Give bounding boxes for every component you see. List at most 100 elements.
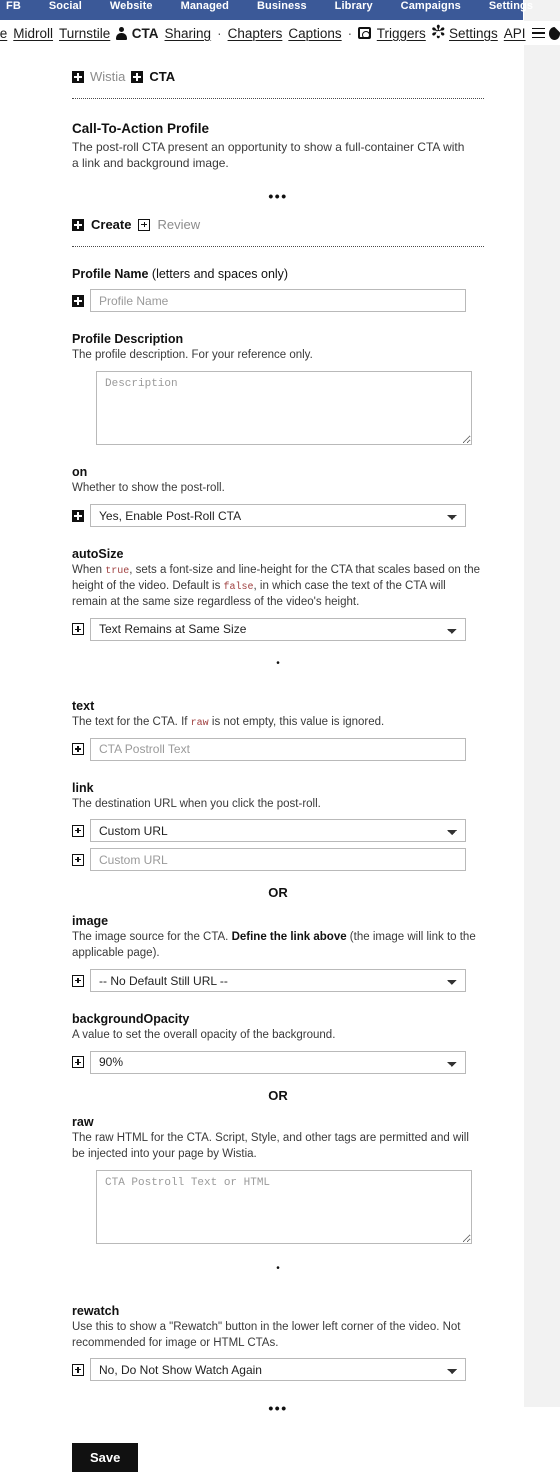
plus-icon-link-select[interactable] <box>72 824 84 837</box>
help-image-bold: Define the link above <box>231 931 347 944</box>
plus-icon-review[interactable] <box>138 218 151 231</box>
person-icon <box>116 26 128 40</box>
separator-three-dots-1: ••• <box>268 188 288 205</box>
field-on: on Whether to show the post-roll. Yes, E… <box>72 465 472 528</box>
topnav-item-business[interactable]: Business <box>243 0 321 12</box>
subnav-item-triggers[interactable]: Triggers <box>377 26 426 41</box>
help-autosize: When true, sets a font-size and line-hei… <box>72 563 484 611</box>
plus-icon-profile-name[interactable] <box>72 294 84 307</box>
row-link-input <box>72 848 472 872</box>
row-link-select: Custom URL <box>72 819 472 843</box>
label-text: text <box>72 698 95 713</box>
plus-icon-background-opacity[interactable] <box>72 1056 84 1069</box>
field-image: image The image source for the CTA. Defi… <box>72 914 476 993</box>
help-text-p1: The text for the CTA. If <box>72 715 191 728</box>
profile-name-input[interactable] <box>90 289 466 313</box>
separator-one-dot-2: • <box>276 1262 280 1274</box>
page-description: The post-roll CTA present an opportunity… <box>72 140 465 171</box>
tab-review[interactable]: Review <box>157 217 200 232</box>
rewatch-select[interactable]: No, Do Not Show Watch Again <box>90 1358 466 1382</box>
help-text-code-raw: raw <box>190 717 209 729</box>
separator-one-dot-1: • <box>276 657 280 669</box>
save-button[interactable]: Save <box>72 1443 139 1472</box>
breadcrumb-parent[interactable]: Wistia <box>90 69 125 84</box>
raw-html-textarea[interactable] <box>96 1169 472 1244</box>
top-navigation-bar: FB Social Website Managed Business Libra… <box>0 0 533 20</box>
plus-icon-text[interactable] <box>72 743 84 756</box>
field-link: link The destination URL when you click … <box>72 781 472 872</box>
subnav-item-cta[interactable]: CTA <box>132 26 159 41</box>
plus-icon-cta[interactable] <box>131 70 144 83</box>
topnav-item-settings[interactable]: Settings <box>475 0 547 12</box>
plus-icon-image[interactable] <box>72 974 84 987</box>
pie-chart-icon[interactable] <box>548 26 560 40</box>
field-autosize: autoSize When true, sets a font-size and… <box>72 547 480 641</box>
subnav-item-settings[interactable]: Settings <box>449 26 498 41</box>
plus-icon-wistia[interactable] <box>72 70 84 83</box>
background-opacity-select[interactable]: 90% <box>90 1050 466 1074</box>
on-select[interactable]: Yes, Enable Post-Roll CTA <box>90 504 466 528</box>
topnav-item-social[interactable]: Social <box>35 0 96 12</box>
gear-icon <box>431 23 446 41</box>
topnav-item-website[interactable]: Website <box>96 0 167 12</box>
plus-icon-rewatch[interactable] <box>72 1363 84 1376</box>
mode-tabs: Create Review <box>72 217 472 232</box>
cta-text-input[interactable] <box>90 737 466 761</box>
help-autosize-code-true: true <box>105 566 130 578</box>
help-text: The text for the CTA. If raw is not empt… <box>72 715 484 731</box>
field-raw: raw The raw HTML for the CTA. Script, St… <box>72 1115 472 1244</box>
label-rewatch: rewatch <box>72 1303 120 1318</box>
topnav-item-managed[interactable]: Managed <box>167 0 243 12</box>
field-rewatch: rewatch Use this to show a "Rewatch" but… <box>72 1304 472 1382</box>
tab-create[interactable]: Create <box>91 217 131 232</box>
subnav-item-sharing[interactable]: Sharing <box>165 26 212 41</box>
autosize-select[interactable]: Text Remains at Same Size <box>90 617 466 641</box>
help-image: The image source for the CTA. Define the… <box>72 930 484 962</box>
subnav-item-turnstile[interactable]: Turnstile <box>59 26 110 41</box>
page-title: Call-To-Action Profile <box>72 121 209 136</box>
link-url-input[interactable] <box>90 848 466 872</box>
field-text: text The text for the CTA. If raw is not… <box>72 699 472 761</box>
topnav-item-library[interactable]: Library <box>321 0 387 12</box>
subnav-item-file[interactable]: file <box>0 26 7 41</box>
plus-icon-create[interactable] <box>72 218 84 231</box>
field-profile-description: Profile Description The profile descript… <box>72 332 472 446</box>
divider-top <box>72 98 484 99</box>
topnav-item-campaigns[interactable]: Campaigns <box>387 0 475 12</box>
label-background-opacity: backgroundOpacity <box>72 1012 190 1027</box>
page-body: Wistia CTA Call-To-Action Profile The po… <box>0 46 524 1472</box>
subnav-item-api[interactable]: API <box>504 26 526 41</box>
row-image: -- No Default Still URL -- <box>72 969 472 993</box>
right-gutter <box>524 0 560 1407</box>
label-link: link <box>72 780 94 795</box>
plus-icon-autosize[interactable] <box>72 623 84 636</box>
image-select[interactable]: -- No Default Still URL -- <box>90 969 466 993</box>
help-link: The destination URL when you click the p… <box>72 797 321 810</box>
hamburger-icon[interactable] <box>531 27 545 39</box>
help-text-p2: is not empty, this value is ignored. <box>208 715 385 728</box>
label-profile-name-text: Profile Name <box>72 267 149 282</box>
help-rewatch: Use this to show a "Rewatch" button in t… <box>72 1320 461 1349</box>
or-separator-2: OR <box>268 1087 288 1103</box>
breadcrumb-current: CTA <box>149 69 176 84</box>
plus-icon-on[interactable] <box>72 509 84 522</box>
subnav-item-chapters[interactable]: Chapters <box>228 26 283 41</box>
subnav-item-captions[interactable]: Captions <box>288 26 341 41</box>
row-profile-name <box>72 289 472 313</box>
help-background-opacity: A value to set the overall opacity of th… <box>72 1029 336 1042</box>
link-type-select[interactable]: Custom URL <box>90 819 466 843</box>
plus-icon-link-input[interactable] <box>72 853 84 866</box>
profile-description-textarea[interactable] <box>96 371 472 446</box>
subnav-item-midroll[interactable]: Midroll <box>13 26 53 41</box>
row-rewatch: No, Do Not Show Watch Again <box>72 1358 472 1382</box>
field-background-opacity: backgroundOpacity A value to set the ove… <box>72 1012 472 1074</box>
subnav-separator-1: · <box>217 25 222 41</box>
label-autosize: autoSize <box>72 547 124 562</box>
help-autosize-code-false: false <box>223 581 254 593</box>
help-autosize-p1: When <box>72 564 106 577</box>
breadcrumb: Wistia CTA <box>72 46 472 84</box>
topnav-item-fb[interactable]: FB <box>0 0 35 12</box>
row-text <box>72 737 472 761</box>
row-on: Yes, Enable Post-Roll CTA <box>72 504 472 528</box>
content-column: Wistia CTA Call-To-Action Profile The po… <box>0 46 484 1472</box>
